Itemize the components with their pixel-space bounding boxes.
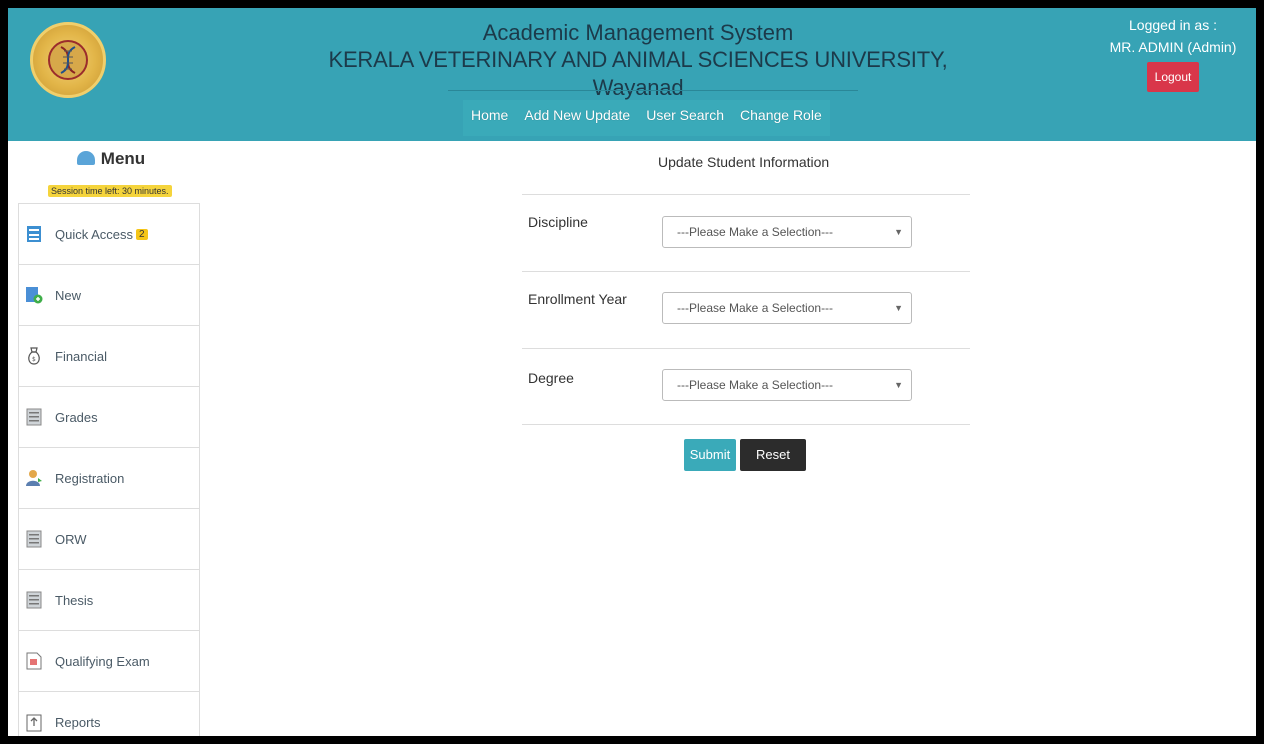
sidebar-item-thesis[interactable]: Thesis <box>19 570 199 631</box>
sidebar-item-label: Qualifying Exam <box>55 653 150 669</box>
university-name: KERALA VETERINARY AND ANIMAL SCIENCES UN… <box>328 47 948 100</box>
sidebar-item-orw[interactable]: ORW <box>19 509 199 570</box>
sidebar-item-label: Registration <box>55 470 125 486</box>
user-icon <box>25 468 43 488</box>
header-bar: Academic Management System KERALA VETERI… <box>8 8 1256 141</box>
sidebar-item-label: ORW <box>55 531 87 547</box>
sidebar-item-financial[interactable]: $ Financial <box>19 326 199 387</box>
session-timer: Session time left: 30 minutes. <box>48 185 172 197</box>
top-nav: Home Add New Update User Search Change R… <box>463 100 830 136</box>
reset-button[interactable]: Reset <box>740 439 806 471</box>
nav-change-role[interactable]: Change Role <box>732 100 830 136</box>
enrollment-year-select[interactable]: ---Please Make a Selection--- ▼ <box>662 292 912 324</box>
menu-list: Quick Access 2 New $ Financial Grades Re… <box>18 203 200 736</box>
sidebar-item-label: New <box>55 287 82 303</box>
sidebar-item-grades[interactable]: Grades <box>19 387 199 448</box>
chevron-down-icon: ▼ <box>894 380 903 390</box>
divider <box>522 194 970 195</box>
submit-button[interactable]: Submit <box>684 439 736 471</box>
nav-divider <box>448 90 858 91</box>
sidebar-item-label: Reports <box>55 715 101 730</box>
new-document-icon <box>25 285 43 305</box>
sidebar-item-label: Financial <box>55 348 108 364</box>
sidebar-item-quick-access[interactable]: Quick Access 2 <box>19 204 199 265</box>
logout-button[interactable]: Logout <box>1146 62 1200 92</box>
document-icon <box>25 529 43 549</box>
divider <box>522 424 970 425</box>
form-title: Update Student Information <box>658 154 830 170</box>
divider <box>522 348 970 349</box>
login-info: Logged in as : MR. ADMIN (Admin) Logout <box>1098 14 1248 92</box>
nav-home[interactable]: Home <box>463 100 516 136</box>
user-name: MR. ADMIN (Admin) <box>1109 39 1237 55</box>
degree-select[interactable]: ---Please Make a Selection--- ▼ <box>662 369 912 401</box>
discipline-label: Discipline <box>528 214 588 230</box>
dna-emblem-icon <box>48 40 88 80</box>
quick-access-icon <box>25 224 43 244</box>
menu-icon <box>76 151 95 165</box>
app-title: Academic Management System <box>482 20 794 45</box>
menu-title: Menu <box>100 149 146 168</box>
degree-value: ---Please Make a Selection--- <box>677 378 834 392</box>
discipline-select[interactable]: ---Please Make a Selection--- ▼ <box>662 216 912 248</box>
enrollment-year-value: ---Please Make a Selection--- <box>677 301 834 315</box>
enrollment-year-label: Enrollment Year <box>528 291 627 307</box>
sidebar-item-label: Grades <box>55 409 98 425</box>
university-logo <box>30 22 106 98</box>
sidebar: Menu Session time left: 30 minutes. Quic… <box>8 141 214 736</box>
divider <box>522 271 970 272</box>
discipline-value: ---Please Make a Selection--- <box>677 225 834 239</box>
quick-access-badge: 2 <box>136 228 148 240</box>
app-window: Academic Management System KERALA VETERI… <box>8 8 1256 736</box>
sidebar-item-new[interactable]: New <box>19 265 199 326</box>
pdf-file-icon <box>25 651 43 671</box>
logged-in-label: Logged in as : <box>1129 17 1217 33</box>
sidebar-item-qualifying-exam[interactable]: Qualifying Exam <box>19 631 199 692</box>
chevron-down-icon: ▼ <box>894 303 903 313</box>
svg-text:$: $ <box>32 356 36 363</box>
menu-heading: Menu <box>8 149 214 169</box>
degree-label: Degree <box>528 370 574 386</box>
grades-document-icon <box>25 407 43 427</box>
nav-user-search[interactable]: User Search <box>638 100 732 136</box>
chevron-down-icon: ▼ <box>894 227 903 237</box>
sidebar-item-reports[interactable]: Reports <box>19 692 199 736</box>
document-icon <box>25 590 43 610</box>
sidebar-item-registration[interactable]: Registration <box>19 448 199 509</box>
sidebar-item-label: Thesis <box>55 592 94 608</box>
report-icon <box>25 713 43 733</box>
sidebar-item-label: Quick Access <box>55 226 134 242</box>
nav-add-new-update[interactable]: Add New Update <box>516 100 638 136</box>
money-bag-icon: $ <box>25 346 43 366</box>
